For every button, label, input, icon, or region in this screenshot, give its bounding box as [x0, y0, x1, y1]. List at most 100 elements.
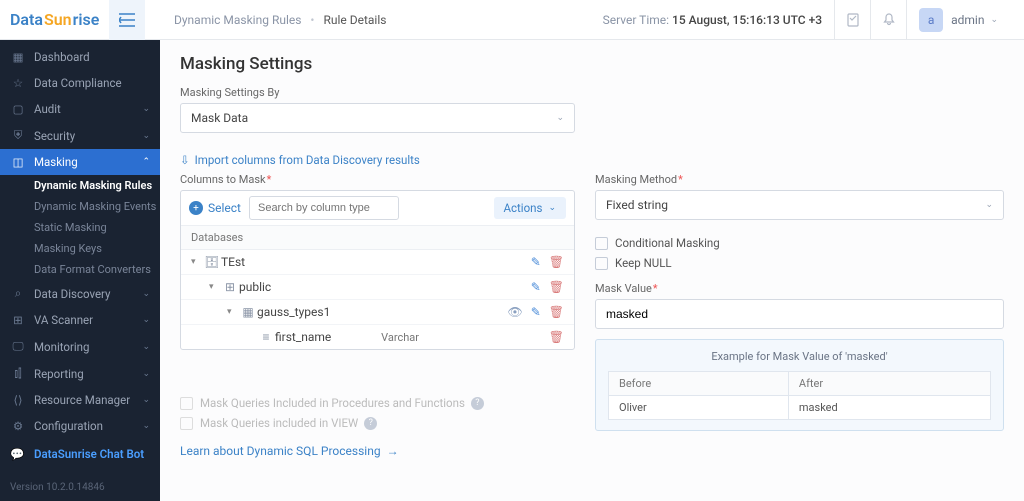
opt-label: Mask Queries Included in Procedures and … [200, 396, 465, 410]
conditional-masking-checkbox[interactable]: Conditional Masking [595, 236, 1004, 250]
chevron-down-icon: ⌄ [556, 113, 564, 123]
nav-dashboard[interactable]: ▦ Dashboard [0, 44, 160, 70]
menu-toggle-button[interactable] [109, 0, 145, 40]
databases-header: Databases [181, 226, 574, 250]
example-table: Before After Oliver masked [608, 371, 991, 420]
method-section: Masking Method Fixed string ⌄ Conditiona… [595, 141, 1004, 458]
nav-reporting[interactable]: ⫾⫿Reporting⌄ [0, 360, 160, 387]
database-icon: 🗄 [203, 255, 221, 269]
example-after-value: masked [788, 396, 990, 420]
nav-label: Dashboard [34, 50, 90, 64]
eye-icon[interactable]: 👁 [507, 305, 522, 319]
example-box: Example for Mask Value of 'masked' Befor… [595, 339, 1004, 431]
nav-discovery[interactable]: ⌕Data Discovery⌄ [0, 280, 160, 307]
avatar: a [919, 8, 943, 32]
checkbox [180, 397, 193, 410]
edit-icon[interactable]: ✎ [531, 305, 541, 319]
caret-icon[interactable]: ▾ [227, 307, 239, 317]
nav-config[interactable]: ⚙ Configuration ⌄ [0, 413, 160, 439]
actions-button[interactable]: Actions ⌄ [494, 197, 566, 219]
select-btn-label: Select [208, 201, 241, 215]
crumb-parent[interactable]: Dynamic Masking Rules [174, 13, 301, 27]
logo-part2: Sun [44, 10, 72, 29]
caret-icon[interactable]: ▾ [191, 257, 203, 267]
checkbox[interactable] [595, 257, 608, 270]
learn-link[interactable]: Learn about Dynamic SQL Processing → [180, 444, 575, 458]
chevron-down-icon: ⌄ [142, 421, 150, 431]
delete-icon[interactable]: 🗑 [549, 305, 564, 319]
edit-icon[interactable]: ✎ [531, 280, 541, 294]
nav-monitoring[interactable]: 🖵Monitoring⌄ [0, 333, 160, 360]
nav-converters[interactable]: Data Format Converters [34, 259, 160, 280]
tree-label: gauss_types1 [257, 305, 330, 319]
delete-icon[interactable]: 🗑 [549, 280, 564, 294]
nav-label: Resource Manager [34, 393, 130, 407]
learn-label: Learn about Dynamic SQL Processing [180, 444, 381, 458]
chevron-down-icon: ⌄ [142, 131, 150, 141]
main: Dynamic Masking Rules • Rule Details Ser… [160, 0, 1024, 501]
opt-label: Mask Queries included in VIEW [200, 416, 358, 430]
tree-column-row[interactable]: ≡ first_name Varchar 🗑 [181, 325, 574, 349]
nav-masking-keys[interactable]: Masking Keys [34, 238, 160, 259]
help-icon[interactable]: ? [471, 397, 484, 410]
user-menu[interactable]: a admin ⌄ [906, 0, 1010, 40]
schema-icon: ⊞ [221, 280, 239, 294]
nav-audit[interactable]: ▢Audit⌄ [0, 96, 160, 122]
edit-icon[interactable]: ✎ [531, 255, 541, 269]
file-icon: ▢ [10, 102, 26, 116]
chevron-up-icon: ⌃ [142, 157, 150, 167]
code-icon: ⟨⟩ [10, 393, 26, 407]
clipboard-button[interactable] [834, 0, 870, 40]
method-label: Masking Method [595, 173, 1004, 186]
method-select[interactable]: Fixed string ⌄ [595, 190, 1004, 220]
nav-masking[interactable]: ◫Masking⌃ [0, 149, 160, 175]
logo[interactable]: DataSunrise [0, 10, 109, 29]
dashboard-icon: ▦ [10, 50, 26, 64]
tree-db-row[interactable]: ▾ 🗄 TEst ✎ 🗑 [181, 250, 574, 275]
nav-dynamic-rules[interactable]: Dynamic Masking Rules [34, 175, 160, 196]
method-value: Fixed string [606, 198, 668, 212]
row-actions: 🗑 [549, 330, 564, 344]
delete-icon[interactable]: 🗑 [549, 255, 564, 269]
nav-label: Data Compliance [34, 76, 122, 90]
chevron-down-icon: ⌄ [990, 15, 998, 25]
search-column-input[interactable] [249, 196, 399, 220]
select-button[interactable]: + Select [189, 201, 241, 215]
caret-icon[interactable]: ▾ [209, 282, 221, 292]
checkbox [180, 417, 193, 430]
keep-null-checkbox[interactable]: Keep NULL [595, 256, 1004, 270]
checkbox[interactable] [595, 237, 608, 250]
chevron-down-icon: ⌄ [142, 369, 150, 379]
bell-button[interactable] [870, 0, 906, 40]
topbar: Dynamic Masking Rules • Rule Details Ser… [160, 0, 1024, 40]
nav-chatbot[interactable]: 💬DataSunrise Chat Bot [0, 439, 160, 469]
tree-schema-row[interactable]: ▾ ⊞ public ✎ 🗑 [181, 275, 574, 300]
nav-label: Data Discovery [34, 287, 110, 301]
gear-icon: ⚙ [10, 419, 26, 433]
import-columns-link[interactable]: ⇩ Import columns from Data Discovery res… [180, 153, 575, 167]
topbar-right: Server Time: 15 August, 15:16:13 UTC +3 … [603, 0, 1010, 40]
nav-docs[interactable]: 🕮Documentation [0, 469, 160, 474]
version-label: Version 10.2.0.14846 [0, 474, 160, 501]
nav-label: Audit [34, 102, 61, 116]
opt-view: Mask Queries included in VIEW ? [180, 416, 575, 430]
nav-label: Monitoring [34, 340, 89, 354]
nav-dynamic-events[interactable]: Dynamic Masking Events [34, 196, 160, 217]
server-time-label: Server Time: [603, 13, 669, 27]
plus-icon: + [189, 201, 203, 215]
opt-procedures: Mask Queries Included in Procedures and … [180, 396, 575, 410]
mask-value-input[interactable] [595, 299, 1004, 329]
column-type: Varchar [381, 331, 419, 344]
nav-static-masking[interactable]: Static Masking [34, 217, 160, 238]
nav-compliance[interactable]: ☆Data Compliance [0, 70, 160, 96]
help-icon[interactable]: ? [364, 417, 377, 430]
nav-resource[interactable]: ⟨⟩Resource Manager⌄ [0, 387, 160, 413]
nav-label: Configuration [34, 419, 103, 433]
delete-icon[interactable]: 🗑 [549, 330, 564, 344]
nav-label: Security [34, 129, 75, 143]
tree-table-row[interactable]: ▾ ▦ gauss_types1 👁 ✎ 🗑 [181, 300, 574, 325]
nav-security[interactable]: ⛨Security⌄ [0, 122, 160, 149]
settings-by-select[interactable]: Mask Data ⌄ [180, 103, 575, 133]
columns-label: Columns to Mask [180, 173, 575, 186]
nav-va[interactable]: ⊞VA Scanner⌄ [0, 307, 160, 333]
